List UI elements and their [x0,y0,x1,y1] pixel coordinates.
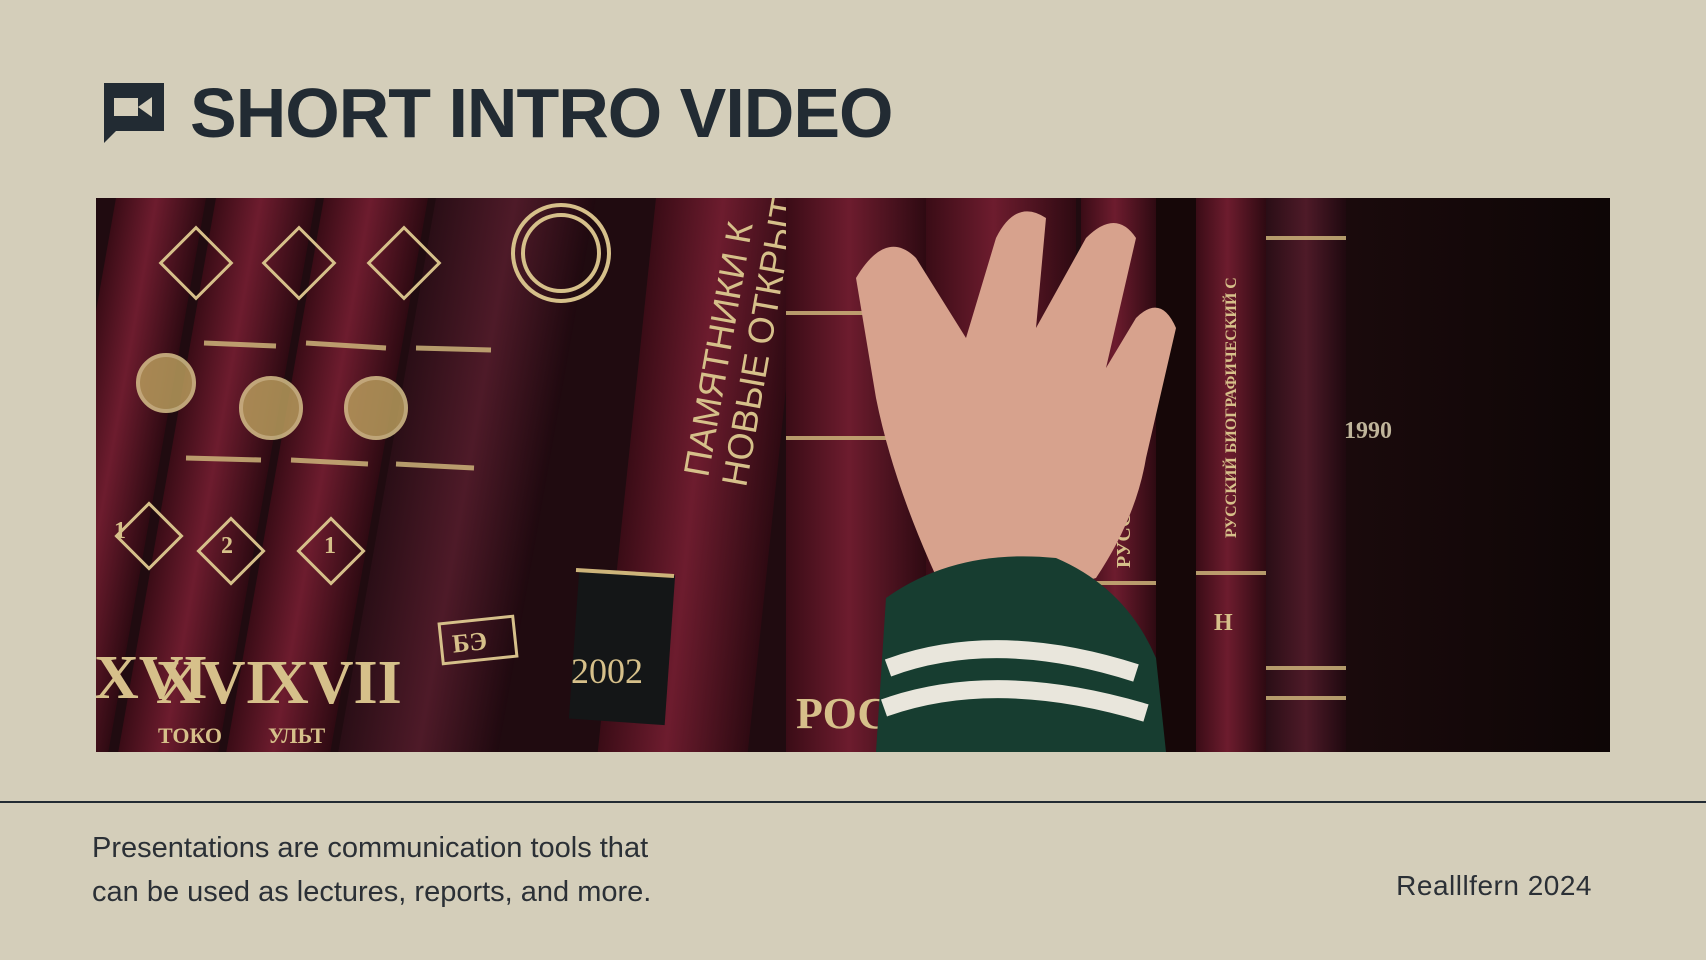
biography-spine: РУССКИЙ БИОГРАФИЧЕСКИЙ С [1221,277,1240,538]
volume-number: 2 [221,533,233,559]
video-thumbnail[interactable]: 1 2 1 XVI XVI XVII ТОКО УЛЬТ БЭ ПАМЯТНИК… [96,198,1610,752]
publisher-logo: БЭ [451,626,489,658]
slide-description: Presentations are communication tools th… [92,826,812,914]
volume-roman: XVII [264,649,402,717]
volume-roman: XVI [156,649,270,717]
description-line: Presentations are communication tools th… [92,832,649,864]
footer-divider [0,801,1706,803]
spine-year: 1990 [1344,418,1392,444]
spine-caption: УЛЬТ [268,723,326,748]
book-year: 2002 [571,651,643,691]
spine-caption: РОС [796,689,889,738]
volume-number: 1 [324,533,336,559]
video-chat-icon [104,83,164,143]
slide-header: SHORT INTRO VIDEO [100,74,893,152]
slide-credit: Realllfern 2024 [1396,870,1592,901]
volume-number: 1 [114,518,126,544]
slide-title: SHORT INTRO VIDEO [190,74,893,152]
bookshelf-image: 1 2 1 XVI XVI XVII ТОКО УЛЬТ БЭ ПАМЯТНИК… [96,198,1610,752]
spine-caption: ТОКО [158,723,222,748]
spine-letter: Н [1214,610,1233,636]
description-line: can be used as lectures, reports, and mo… [92,876,652,908]
